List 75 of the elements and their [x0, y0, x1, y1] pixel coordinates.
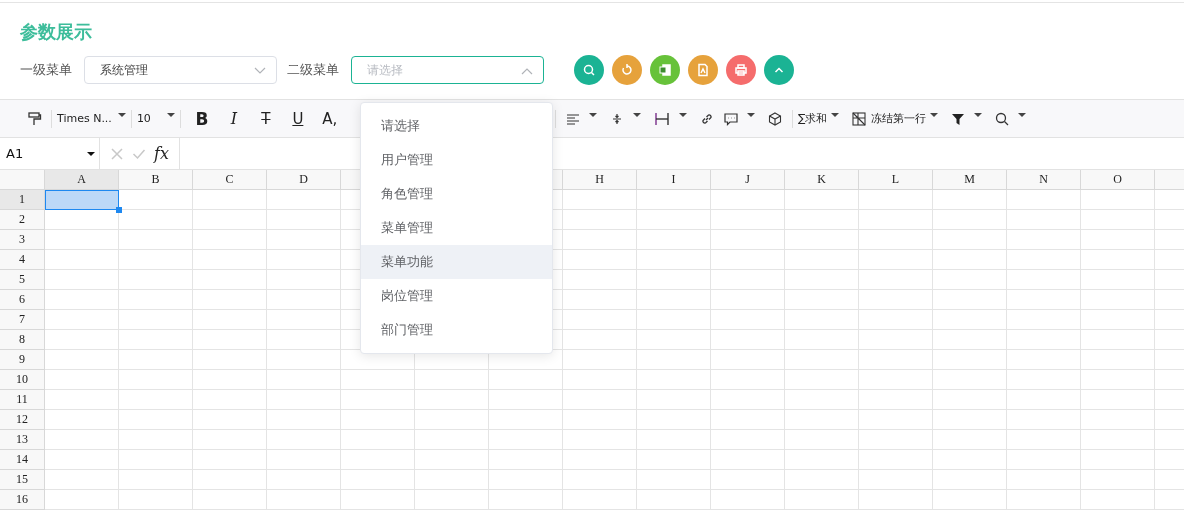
freeze-button[interactable]: 冻结第一行	[871, 111, 927, 126]
caret-icon[interactable]	[678, 112, 687, 117]
page-title: 参数展示	[20, 20, 93, 44]
italic-button[interactable]: I	[217, 109, 250, 128]
column-header[interactable]: L	[859, 170, 933, 190]
row-header[interactable]: 15	[0, 470, 45, 490]
row-header[interactable]: 9	[0, 350, 45, 370]
row-header[interactable]: 16	[0, 490, 45, 510]
sum-button[interactable]: ∑求和	[797, 111, 828, 126]
font-size-select[interactable]: 10	[136, 112, 175, 125]
caret-icon[interactable]	[588, 112, 597, 117]
column-header[interactable]: N	[1007, 170, 1081, 190]
bold-button[interactable]: B	[185, 108, 218, 129]
format-painter-icon[interactable]	[26, 110, 42, 127]
filter-label: 二级菜单	[287, 61, 339, 79]
row-header[interactable]: 1	[0, 190, 45, 210]
caret-icon[interactable]	[1018, 112, 1027, 117]
cube-icon[interactable]	[766, 110, 783, 127]
caret-icon[interactable]	[831, 112, 840, 117]
column-header[interactable]: M	[933, 170, 1007, 190]
row-header[interactable]: 5	[0, 270, 45, 290]
refresh-icon	[620, 63, 634, 77]
dropdown-option[interactable]: 岗位管理	[361, 279, 552, 313]
print-button[interactable]	[726, 55, 756, 85]
row-header[interactable]: 13	[0, 430, 45, 450]
dropdown-option[interactable]: 菜单功能	[361, 245, 552, 279]
search-icon	[582, 63, 596, 77]
column-header[interactable]: I	[637, 170, 711, 190]
row-header[interactable]: 6	[0, 290, 45, 310]
row-header[interactable]: 8	[0, 330, 45, 350]
dropdown-option[interactable]: 菜单管理	[361, 211, 552, 245]
row-header[interactable]: 10	[0, 370, 45, 390]
printer-icon	[734, 63, 748, 77]
dropdown-option[interactable]: 部门管理	[361, 313, 552, 347]
column-header[interactable]: O	[1081, 170, 1155, 190]
row-header[interactable]: 14	[0, 450, 45, 470]
row-header[interactable]: 3	[0, 230, 45, 250]
chevron-icon	[521, 67, 533, 75]
caret-icon[interactable]	[930, 112, 939, 117]
column-header[interactable]: H	[563, 170, 637, 190]
chevron-icon	[254, 67, 266, 75]
row-header[interactable]: 12	[0, 410, 45, 430]
column-header[interactable]: A	[45, 170, 119, 190]
filter-label: 一级菜单	[20, 61, 72, 79]
row-header[interactable]: 7	[0, 310, 45, 330]
caret-icon[interactable]	[632, 112, 641, 117]
row-header[interactable]: 2	[0, 210, 45, 230]
font-family-select[interactable]: Times N...	[57, 112, 126, 125]
name-box[interactable]: A1	[0, 138, 100, 169]
column-header[interactable]: K	[785, 170, 859, 190]
border-icon[interactable]	[652, 110, 671, 127]
dropdown-option[interactable]: 请选择	[361, 109, 552, 143]
document-icon	[696, 63, 710, 77]
row-header[interactable]: 11	[0, 390, 45, 410]
collapse-button[interactable]	[764, 55, 794, 85]
column-header[interactable]: D	[267, 170, 341, 190]
comment-icon[interactable]	[722, 110, 739, 127]
column-header[interactable]: B	[119, 170, 193, 190]
search-button[interactable]	[574, 55, 604, 85]
column-header[interactable]: C	[193, 170, 267, 190]
caret-icon[interactable]	[746, 112, 755, 117]
caret-icon[interactable]	[974, 112, 983, 117]
selected-cell[interactable]	[45, 190, 119, 210]
underline-button[interactable]: U	[281, 109, 314, 128]
spreadsheet-icon	[658, 63, 672, 77]
font-button[interactable]: A,	[313, 109, 346, 128]
row-header[interactable]: 4	[0, 250, 45, 270]
column-header[interactable]: J	[711, 170, 785, 190]
dropdown-option[interactable]: 用户管理	[361, 143, 552, 177]
strikethrough-button[interactable]: T	[249, 109, 282, 128]
freeze-grid-icon[interactable]	[851, 110, 868, 127]
select-field[interactable]: 系统管理	[84, 56, 277, 84]
function-button[interactable]: fx	[154, 144, 169, 163]
dropdown-option[interactable]: 角色管理	[361, 177, 552, 211]
search-icon[interactable]	[994, 110, 1011, 127]
